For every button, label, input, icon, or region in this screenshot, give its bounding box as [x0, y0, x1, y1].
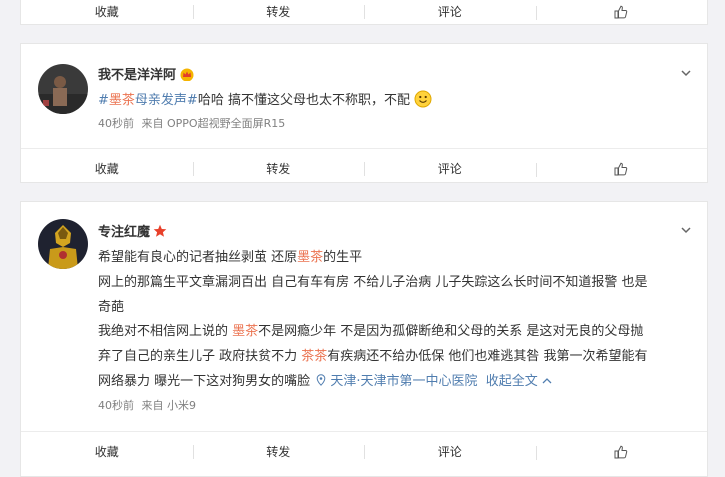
comment-button[interactable]: 评论 — [364, 3, 536, 20]
username[interactable]: 我不是洋洋阿 — [98, 64, 195, 83]
collapse-link[interactable]: 收起全文 — [486, 374, 552, 389]
username[interactable]: 专注红魔 — [98, 221, 167, 240]
text-segment: 不是网瘾少年 不是因为孤僻断绝和父母的关系 是这对无良的父母抛 — [258, 324, 644, 339]
username-text[interactable]: 专注红魔 — [98, 221, 150, 240]
collect-button[interactable]: 收藏 — [21, 160, 193, 177]
action-bar: 收藏 转发 评论 — [21, 439, 707, 464]
previous-post-card: 收藏 转发 评论 — [20, 0, 708, 25]
like-button[interactable] — [535, 161, 708, 177]
post-text-line: 希望能有良心的记者抽丝剥茧 还原墨茶的生平 — [98, 246, 362, 265]
collect-button[interactable]: 收藏 — [21, 3, 193, 20]
timestamp[interactable]: 40秒前 — [98, 399, 134, 412]
post-card: 专注红魔 希望能有良心的记者抽丝剥茧 还原墨茶的生平 网上的那篇生平文章漏洞百出… — [20, 201, 708, 477]
post-text-line: 我绝对不相信网上说的 墨茶不是网瘾少年 不是因为孤僻断绝和父母的关系 是这对无良… — [98, 320, 643, 339]
chevron-up-icon — [542, 378, 552, 384]
post-text-line: 奇葩 — [98, 296, 124, 315]
keyword-link[interactable]: 墨茶 — [297, 250, 323, 265]
comment-button[interactable]: 评论 — [364, 160, 536, 177]
source-label: 来自 — [141, 117, 164, 130]
source-label: 来自 — [141, 399, 164, 412]
crown-icon — [180, 68, 194, 81]
post-text-line: 弃了自己的亲生儿子 政府扶贫不力 茶茶有疾病还不给办低保 他们也难逃其咎 我第一… — [98, 345, 648, 364]
text-segment: 奇葩 — [98, 300, 125, 315]
post-meta: 40秒前 来自 小米9 — [98, 397, 196, 413]
post-body: 哈哈 搞不懂这父母也太不称职，不配 — [197, 93, 410, 108]
keyword-link[interactable]: 墨茶 — [232, 324, 258, 339]
avatar[interactable] — [38, 219, 88, 269]
post-text: #墨茶母亲发声#哈哈 搞不懂这父母也太不称职，不配 — [98, 89, 432, 108]
avatar-photo — [38, 64, 88, 114]
text-segment: 网上的那篇生平文章漏洞百出 自己有车有房 不给儿子治病 儿子失踪这么长时间不知道… — [98, 275, 648, 290]
avatar[interactable] — [38, 64, 88, 114]
chevron-down-icon[interactable] — [681, 68, 691, 78]
text-segment: 的生平 — [323, 250, 363, 265]
thumbs-up-icon — [614, 5, 628, 19]
post-text-line: 网上的那篇生平文章漏洞百出 自己有车有房 不给儿子治病 儿子失踪这么长时间不知道… — [98, 271, 648, 290]
location-link[interactable]: 天津·天津市第一中心医院 — [316, 374, 481, 389]
source-device[interactable]: 小米9 — [167, 399, 196, 412]
text-segment: 网络暴力 曝光一下这对狗男女的嘴脸 — [98, 374, 311, 389]
username-text[interactable]: 我不是洋洋阿 — [98, 64, 176, 83]
repost-button[interactable]: 转发 — [192, 160, 365, 177]
star-icon — [153, 224, 167, 237]
comment-button[interactable]: 评论 — [364, 443, 536, 460]
hashtag-rest: 母亲发声# — [134, 93, 198, 108]
hashtag-prefix: # — [98, 93, 109, 108]
location-pin-icon — [316, 374, 326, 386]
action-bar: 收藏 转发 评论 — [21, 0, 707, 24]
smile-emoji — [414, 90, 432, 108]
collect-button[interactable]: 收藏 — [21, 443, 193, 460]
like-button[interactable] — [535, 4, 708, 20]
text-segment: 有疾病还不给办低保 他们也难逃其咎 我第一次希望能有 — [327, 349, 648, 364]
repost-button[interactable]: 转发 — [192, 3, 365, 20]
repost-button[interactable]: 转发 — [192, 443, 365, 460]
like-button[interactable] — [535, 444, 708, 460]
chevron-down-icon[interactable] — [681, 225, 691, 235]
divider — [21, 431, 707, 432]
thumbs-up-icon — [614, 162, 628, 176]
hashtag-keyword: 墨茶 — [108, 93, 135, 108]
thumbs-up-icon — [614, 445, 628, 459]
location-text: 天津·天津市第一中心医院 — [330, 374, 478, 389]
text-segment: 希望能有良心的记者抽丝剥茧 还原 — [98, 250, 298, 265]
post-text-line: 网络暴力 曝光一下这对狗男女的嘴脸 天津·天津市第一中心医院 收起全文 — [98, 370, 552, 389]
keyword-link[interactable]: 茶茶 — [301, 349, 327, 364]
avatar-photo — [38, 219, 88, 269]
timestamp[interactable]: 40秒前 — [98, 117, 134, 130]
collapse-text: 收起全文 — [485, 374, 538, 389]
hashtag-link[interactable]: #墨茶母亲发声# — [98, 93, 198, 108]
post-card: 我不是洋洋阿 #墨茶母亲发声#哈哈 搞不懂这父母也太不称职，不配 40秒前 来自… — [20, 43, 708, 183]
source-device[interactable]: OPPO超视野全面屏R15 — [167, 117, 285, 130]
post-meta: 40秒前 来自 OPPO超视野全面屏R15 — [98, 115, 285, 131]
action-bar: 收藏 转发 评论 — [21, 156, 707, 181]
text-segment: 弃了自己的亲生儿子 政府扶贫不力 — [98, 349, 302, 364]
divider — [21, 148, 707, 149]
text-segment: 我绝对不相信网上说的 — [98, 324, 233, 339]
